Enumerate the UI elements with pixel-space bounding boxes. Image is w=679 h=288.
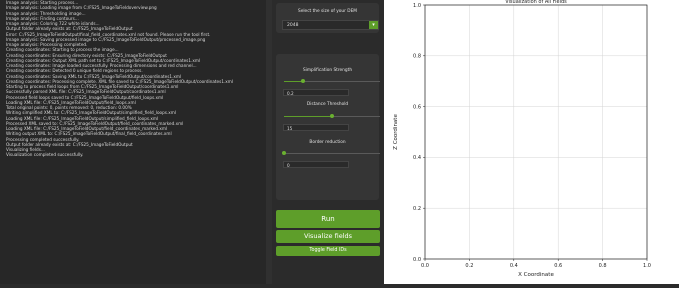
y-tick-label: 0.6: [413, 104, 421, 110]
distance-input[interactable]: 15: [283, 124, 349, 131]
x-tick-label: 0.8: [599, 263, 607, 269]
dem-size-select[interactable]: 2048 ▾: [282, 20, 379, 30]
y-axis-label: Z Coordinate: [393, 114, 399, 150]
x-tick-label: 0.6: [554, 263, 562, 269]
y-tick-label: 0.0: [413, 257, 421, 263]
simplification-input[interactable]: 0.2: [283, 89, 349, 96]
simplification-slider[interactable]: [284, 79, 380, 83]
y-tick-label: 1.0: [413, 3, 421, 9]
log-line: Visualization completed successfully.: [6, 152, 84, 158]
y-tick-label: 0.4: [413, 155, 421, 161]
controls-panel: Select the size of your DEM 2048 ▾ Simpl…: [272, 0, 384, 284]
y-tick-label: 0.2: [413, 206, 421, 212]
chart-title: Visualization of All Fields: [505, 0, 567, 5]
y-tick-label: 0.8: [413, 54, 421, 60]
field-plot: Visualization of All Fields 0.0 0.2 0.4 0.6 0…: [393, 0, 651, 278]
dem-size-value: 2048: [287, 23, 299, 28]
slider-thumb[interactable]: [330, 114, 334, 118]
border-input[interactable]: 0: [283, 161, 349, 168]
run-button[interactable]: Run: [276, 210, 380, 228]
visualize-fields-button[interactable]: Visualize fields: [276, 230, 380, 243]
border-label: Border reduction: [309, 140, 346, 145]
log-panel: Image analysis: Starting process... Image…: [0, 0, 266, 284]
dem-box: Select the size of your DEM 2048 ▾: [276, 3, 379, 33]
chevron-down-icon[interactable]: ▾: [369, 21, 378, 29]
slider-thumb[interactable]: [282, 151, 286, 155]
border-slider[interactable]: [282, 151, 380, 155]
plot-frame: [424, 4, 648, 260]
distance-label: Distance Threshold: [306, 102, 349, 107]
x-tick-label: 0.4: [510, 263, 518, 269]
dem-label: Select the size of your DEM: [297, 9, 357, 14]
x-axis-label: X Coordinate: [518, 272, 554, 278]
simplification-label: Simplification Strength: [302, 68, 353, 73]
distance-slider[interactable]: [284, 114, 380, 118]
toggle-field-ids-button[interactable]: Toggle Field IDs: [276, 246, 380, 256]
x-tick-label: 0.2: [465, 263, 473, 269]
plot-area: Visualization of All Fields 0.0 0.2 0.4 0.6 0…: [384, 0, 679, 284]
settings-box: Simplification Strength 0.2 Distance Thr…: [276, 54, 380, 200]
slider-thumb[interactable]: [301, 79, 306, 83]
x-tick-label: 1.0: [643, 263, 651, 269]
x-tick-label: 0.0: [421, 263, 429, 269]
